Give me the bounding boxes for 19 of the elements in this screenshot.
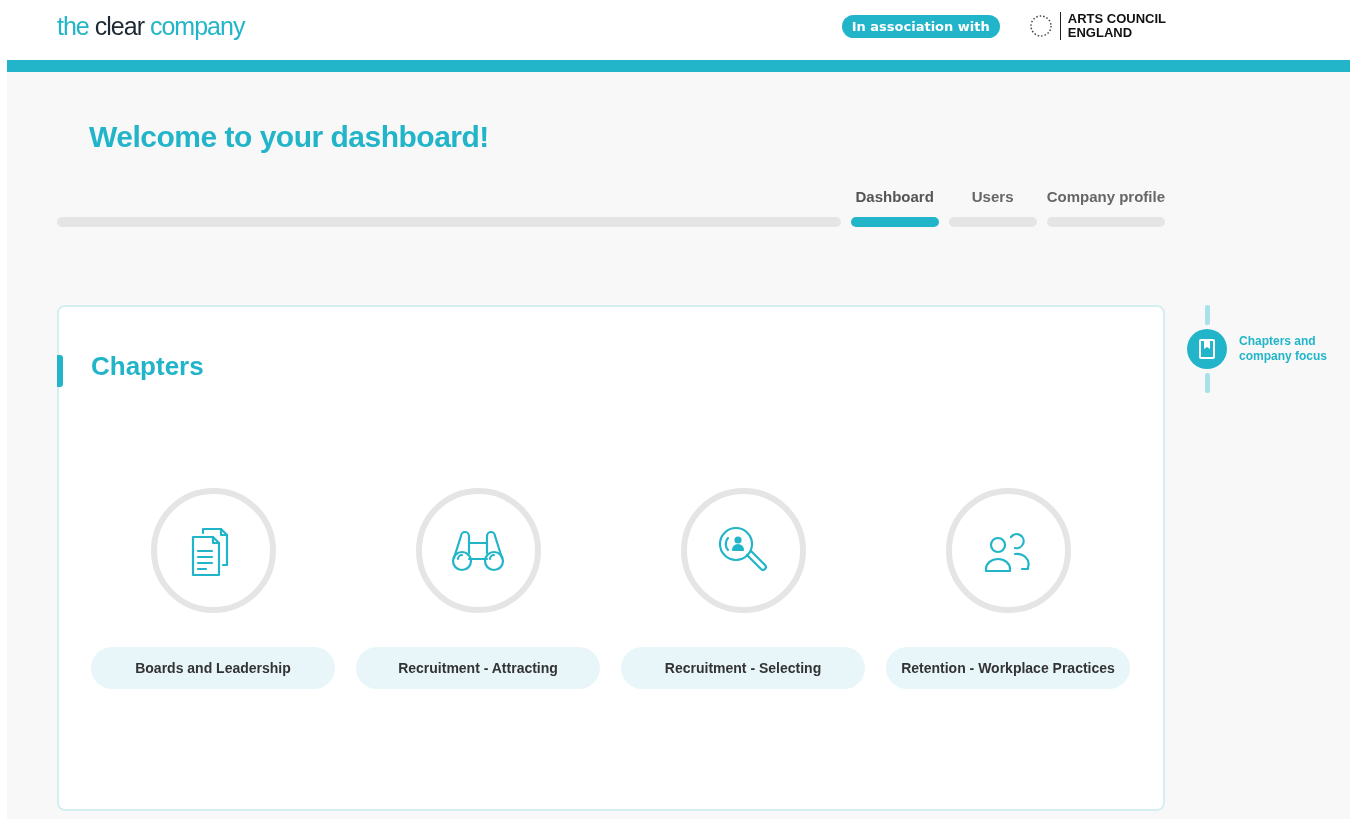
chapter-button[interactable]: Boards and Leadership [91, 647, 335, 689]
association-badge: In association with [841, 14, 1000, 38]
step-connector [1205, 373, 1210, 393]
logo[interactable]: the clear company [57, 11, 251, 41]
step-connector [1205, 305, 1210, 325]
partner-logo: ARTS COUNCIL ENGLAND [1059, 12, 1166, 40]
chapter-button[interactable]: Retention - Workplace Practices [886, 647, 1130, 689]
emblem-icon [1027, 13, 1054, 39]
heading-marker [57, 355, 63, 387]
page-title: Welcome to your dashboard! [89, 120, 490, 154]
binoculars-icon [450, 528, 506, 573]
chapter-button[interactable]: Recruitment - Selecting [621, 647, 865, 689]
chapter-button[interactable]: Recruitment - Attracting [356, 647, 600, 689]
bookmark-page-icon [1199, 339, 1215, 359]
step-dot[interactable] [1187, 329, 1227, 369]
card-title: Chapters [91, 351, 205, 382]
nav-tab[interactable]: Company profile [1046, 188, 1165, 205]
nav-tab[interactable]: Users [948, 188, 1037, 205]
nav-tab[interactable]: Dashboard [850, 188, 939, 205]
